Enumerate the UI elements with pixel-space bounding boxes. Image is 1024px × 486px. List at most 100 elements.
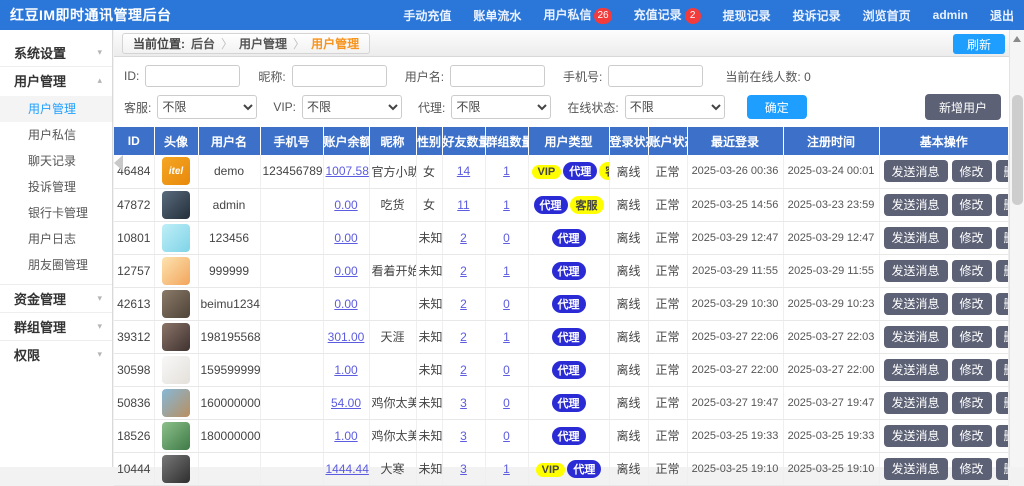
vertical-scrollbar[interactable] bbox=[1009, 30, 1024, 467]
delete-button[interactable]: 删除 bbox=[996, 260, 1009, 282]
groups-count-link[interactable]: 1 bbox=[503, 462, 510, 476]
edit-button[interactable]: 修改 bbox=[952, 458, 992, 480]
refresh-button[interactable]: 刷新 bbox=[953, 34, 1005, 54]
friends-count-link[interactable]: 3 bbox=[460, 429, 467, 443]
groups-count-link[interactable]: 1 bbox=[503, 330, 510, 344]
vip-filter-select[interactable]: 不限 bbox=[302, 95, 402, 119]
groups-count-link[interactable]: 0 bbox=[503, 429, 510, 443]
groups-count-link[interactable]: 0 bbox=[503, 231, 510, 245]
send-message-button[interactable]: 发送消息 bbox=[884, 359, 948, 381]
nav-withdraw-records[interactable]: 提现记录 bbox=[723, 7, 771, 24]
nav-private-messages[interactable]: 用户私信26 bbox=[543, 6, 611, 24]
balance-link[interactable]: 1.00 bbox=[334, 429, 357, 443]
sidebar-item-bank-card-management[interactable]: 银行卡管理 bbox=[0, 200, 112, 226]
friends-count-link[interactable]: 2 bbox=[460, 231, 467, 245]
balance-link[interactable]: 0.00 bbox=[334, 231, 357, 245]
edit-button[interactable]: 修改 bbox=[952, 260, 992, 282]
balance-link[interactable]: 1.00 bbox=[334, 363, 357, 377]
groups-count-link[interactable]: 1 bbox=[503, 164, 510, 178]
sidebar-item-moments-management[interactable]: 朋友圈管理 bbox=[0, 252, 112, 278]
nav-browse-home[interactable]: 浏览首页 bbox=[863, 7, 911, 24]
edit-button[interactable]: 修改 bbox=[952, 359, 992, 381]
id-filter-input[interactable] bbox=[145, 65, 240, 87]
edit-button[interactable]: 修改 bbox=[952, 326, 992, 348]
scrollbar-thumb[interactable] bbox=[1012, 95, 1023, 205]
online-status-filter-select[interactable]: 不限 bbox=[625, 95, 725, 119]
send-message-button[interactable]: 发送消息 bbox=[884, 425, 948, 447]
service-filter-select[interactable]: 不限 bbox=[157, 95, 257, 119]
confirm-button[interactable]: 确定 bbox=[747, 95, 807, 119]
edit-button[interactable]: 修改 bbox=[952, 160, 992, 182]
delete-button[interactable]: 删除 bbox=[996, 227, 1009, 249]
cell-register-time: 2025-03-27 22:03 bbox=[783, 320, 879, 353]
friends-count-link[interactable]: 2 bbox=[460, 363, 467, 377]
send-message-button[interactable]: 发送消息 bbox=[884, 293, 948, 315]
delete-button[interactable]: 删除 bbox=[996, 392, 1009, 414]
balance-link[interactable]: 1444.44 bbox=[326, 462, 369, 476]
friends-count-link[interactable]: 3 bbox=[460, 462, 467, 476]
send-message-button[interactable]: 发送消息 bbox=[884, 227, 948, 249]
balance-link[interactable]: 301.00 bbox=[328, 330, 365, 344]
nav-complaint-records[interactable]: 投诉记录 bbox=[793, 7, 841, 24]
nav-manual-recharge[interactable]: 手动充值 bbox=[403, 7, 451, 24]
edit-button[interactable]: 修改 bbox=[952, 293, 992, 315]
balance-link[interactable]: 54.00 bbox=[331, 396, 361, 410]
edit-button[interactable]: 修改 bbox=[952, 425, 992, 447]
friends-count-link[interactable]: 2 bbox=[460, 264, 467, 278]
groups-count-link[interactable]: 1 bbox=[503, 264, 510, 278]
add-user-button[interactable]: 新增用户 bbox=[925, 94, 1001, 120]
sidebar-item-user-logs[interactable]: 用户日志 bbox=[0, 226, 112, 252]
send-message-button[interactable]: 发送消息 bbox=[884, 260, 948, 282]
sidebar-item-user-management[interactable]: 用户管理 bbox=[0, 96, 112, 122]
send-message-button[interactable]: 发送消息 bbox=[884, 392, 948, 414]
sidebar-group-funds-management[interactable]: 资金管理 ▾ bbox=[0, 284, 112, 312]
balance-link[interactable]: 0.00 bbox=[334, 297, 357, 311]
delete-button[interactable]: 删除 bbox=[996, 326, 1009, 348]
sidebar-collapse-arrow-icon[interactable] bbox=[114, 155, 123, 171]
friends-count-link[interactable]: 3 bbox=[460, 396, 467, 410]
groups-count-link[interactable]: 0 bbox=[503, 396, 510, 410]
groups-count-link[interactable]: 0 bbox=[503, 363, 510, 377]
delete-button[interactable]: 删除 bbox=[996, 160, 1009, 182]
sidebar-group-group-management[interactable]: 群组管理 ▾ bbox=[0, 312, 112, 340]
groups-count-link[interactable]: 0 bbox=[503, 297, 510, 311]
send-message-button[interactable]: 发送消息 bbox=[884, 194, 948, 216]
username-filter-input[interactable] bbox=[450, 65, 545, 87]
balance-link[interactable]: 0.00 bbox=[334, 264, 357, 278]
send-message-button[interactable]: 发送消息 bbox=[884, 326, 948, 348]
edit-button[interactable]: 修改 bbox=[952, 227, 992, 249]
nickname-filter-input[interactable] bbox=[292, 65, 387, 87]
delete-button[interactable]: 删除 bbox=[996, 194, 1009, 216]
delete-button[interactable]: 删除 bbox=[996, 425, 1009, 447]
nav-admin-account[interactable]: admin bbox=[933, 8, 968, 22]
send-message-button[interactable]: 发送消息 bbox=[884, 458, 948, 480]
sidebar-item-complaint-management[interactable]: 投诉管理 bbox=[0, 174, 112, 200]
edit-button[interactable]: 修改 bbox=[952, 194, 992, 216]
friends-count-link[interactable]: 14 bbox=[457, 164, 470, 178]
agent-filter-select[interactable]: 不限 bbox=[451, 95, 551, 119]
delete-button[interactable]: 删除 bbox=[996, 293, 1009, 315]
balance-link[interactable]: 1007.58 bbox=[326, 164, 369, 178]
sidebar-group-permissions[interactable]: 权限 ▾ bbox=[0, 340, 112, 368]
sidebar-group-system-settings[interactable]: 系统设置 ▾ bbox=[0, 38, 112, 66]
nav-recharge-records[interactable]: 充值记录2 bbox=[634, 6, 701, 24]
nav-logout[interactable]: 退出 bbox=[990, 7, 1014, 24]
balance-link[interactable]: 0.00 bbox=[334, 198, 357, 212]
delete-button[interactable]: 删除 bbox=[996, 359, 1009, 381]
friends-count-link[interactable]: 11 bbox=[457, 198, 469, 212]
breadcrumb-item-backend[interactable]: 后台 bbox=[191, 35, 215, 52]
delete-button[interactable]: 删除 bbox=[996, 458, 1009, 480]
friends-count-link[interactable]: 2 bbox=[460, 297, 467, 311]
friends-count-link[interactable]: 2 bbox=[460, 330, 467, 344]
sidebar-item-private-messages[interactable]: 用户私信 bbox=[0, 122, 112, 148]
edit-button[interactable]: 修改 bbox=[952, 392, 992, 414]
sidebar-item-chat-records[interactable]: 聊天记录 bbox=[0, 148, 112, 174]
breadcrumb-item-user-management[interactable]: 用户管理 bbox=[239, 35, 287, 52]
scroll-up-arrow-icon[interactable] bbox=[1013, 36, 1021, 42]
sidebar-group-label: 权限 bbox=[14, 345, 40, 364]
phone-filter-input[interactable] bbox=[608, 65, 703, 87]
groups-count-link[interactable]: 1 bbox=[503, 198, 510, 212]
sidebar-group-user-management[interactable]: 用户管理 ▴ bbox=[0, 66, 112, 94]
send-message-button[interactable]: 发送消息 bbox=[884, 160, 948, 182]
nav-bill-flow[interactable]: 账单流水 bbox=[473, 7, 521, 24]
